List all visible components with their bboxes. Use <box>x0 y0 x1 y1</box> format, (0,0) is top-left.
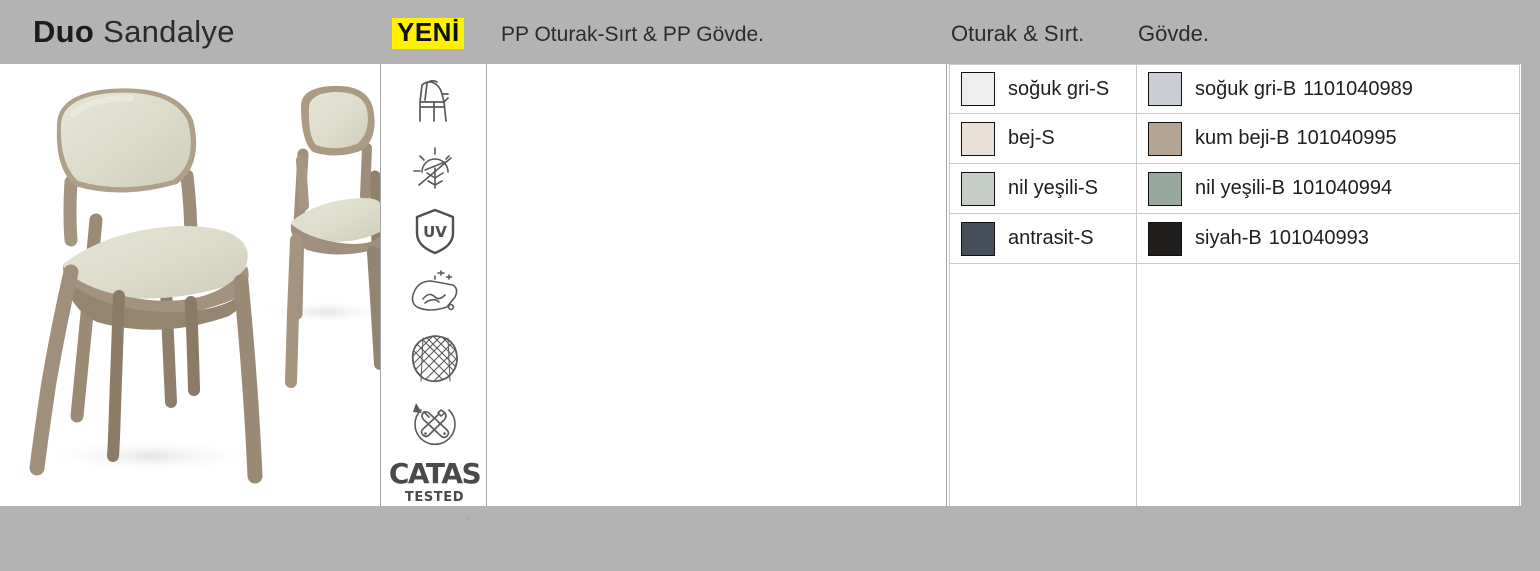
color-code: 101040993 <box>1268 227 1369 249</box>
color-swatch <box>961 171 995 206</box>
color-name: siyah-B <box>1195 227 1262 249</box>
table-empty-area <box>1137 264 1519 506</box>
easy-clean-icon <box>402 266 468 324</box>
color-code: 1101040989 <box>1303 77 1413 100</box>
table-row[interactable]: bej-S <box>950 114 1136 164</box>
table-row[interactable]: nil yeşili-B 101040994 <box>1137 164 1519 214</box>
divider-blank-table <box>946 64 947 506</box>
content-panel: UV CATAS TESTED soğuk gri-S bej-S nil ye… <box>0 64 1521 506</box>
color-swatch <box>1148 221 1182 256</box>
table-row[interactable]: soğuk gri-S <box>950 64 1136 114</box>
color-name: soğuk gri-S <box>1008 77 1110 100</box>
weather-resistant-icon <box>402 138 468 196</box>
color-options-table: soğuk gri-S bej-S nil yeşili-S antrasit-… <box>949 64 1520 506</box>
page-title-brand: Duo <box>33 14 95 49</box>
color-name: kum beji-B <box>1195 127 1290 149</box>
textured-surface-icon <box>402 330 468 388</box>
catas-tested-icon: CATAS TESTED <box>388 457 482 506</box>
catas-tested-label: TESTED <box>404 490 465 505</box>
color-name: nil yeşili-S <box>1008 177 1099 199</box>
divider-photo-icons <box>380 64 381 506</box>
body-color-column: soğuk gri-B 1101040989 kum beji-B 101040… <box>1136 64 1520 506</box>
color-swatch <box>1148 171 1182 206</box>
color-name: bej-S <box>1008 127 1055 149</box>
color-swatch <box>961 221 995 256</box>
catas-wordmark: CATAS <box>388 457 482 490</box>
color-name: soğuk gri-B <box>1195 77 1297 100</box>
new-badge: YENİ <box>392 18 464 50</box>
color-name: nil yeşili-B <box>1195 177 1286 199</box>
product-photo <box>1 64 380 506</box>
divider-icons-blank <box>486 64 487 506</box>
page-title: Duo Sandalye <box>33 14 235 50</box>
color-code: 101040994 <box>1292 177 1393 199</box>
stackable-chair-icon <box>402 74 468 132</box>
color-swatch <box>1148 72 1182 106</box>
page-title-product: Sandalye <box>103 14 235 49</box>
table-row[interactable]: siyah-B 101040993 <box>1137 214 1519 264</box>
easy-maintenance-icon <box>402 394 468 452</box>
color-swatch <box>961 72 995 106</box>
svg-text:UV: UV <box>423 223 447 241</box>
color-code: 101040995 <box>1296 127 1397 149</box>
feature-icon-strip: UV CATAS TESTED <box>387 74 482 505</box>
material-description: PP Oturak-Sırt & PP Gövde. <box>501 23 765 46</box>
table-row[interactable]: soğuk gri-B 1101040989 <box>1137 64 1519 114</box>
artifact-dot <box>467 517 470 520</box>
header-bar: Duo Sandalye YENİ PP Oturak-Sırt & PP Gö… <box>0 0 1540 64</box>
seat-column-heading: Oturak & Sırt. <box>951 21 1085 46</box>
seat-color-column: soğuk gri-S bej-S nil yeşili-S antrasit-… <box>949 64 1137 506</box>
color-name: antrasit-S <box>1008 227 1094 249</box>
color-swatch <box>961 121 995 156</box>
table-row[interactable]: nil yeşili-S <box>950 164 1136 214</box>
table-row[interactable]: kum beji-B 101040995 <box>1137 114 1519 164</box>
color-swatch <box>1148 121 1182 156</box>
body-column-heading: Gövde. <box>1138 21 1209 46</box>
uv-protection-icon: UV <box>402 202 468 260</box>
table-row[interactable]: antrasit-S <box>950 214 1136 264</box>
table-empty-area <box>950 264 1136 506</box>
